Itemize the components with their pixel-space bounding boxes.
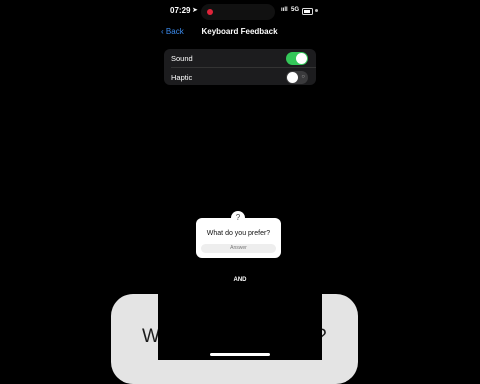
battery-icon: [302, 8, 313, 15]
settings-row-sound[interactable]: Sound: [164, 49, 316, 68]
settings-group: Sound Haptic ○: [164, 49, 316, 85]
home-indicator[interactable]: [210, 353, 270, 356]
haptic-toggle[interactable]: ○: [286, 71, 308, 84]
toggle-knob: [287, 72, 298, 83]
chevron-left-icon: ‹: [161, 27, 164, 36]
sound-toggle[interactable]: [286, 52, 308, 65]
signal-strength-icon: ııll: [281, 7, 288, 13]
network-type: 5G: [291, 7, 300, 13]
question-bubble-icon: ?: [231, 211, 245, 225]
location-arrow-icon: ➤: [192, 7, 198, 14]
status-dot-icon: [315, 9, 318, 12]
settings-row-haptic[interactable]: Haptic ○: [164, 68, 316, 85]
settings-row-label: Sound: [171, 54, 193, 63]
answer-field[interactable]: Answer: [201, 244, 276, 253]
toggle-off-icon: ○: [301, 74, 305, 80]
toggle-knob: [296, 53, 307, 64]
recording-indicator-icon: [207, 9, 213, 15]
question-prompt: What do you prefer?: [206, 230, 271, 237]
settings-row-label: Haptic: [171, 73, 193, 82]
overlay-caption: AND: [233, 277, 247, 283]
status-time: 07:29: [170, 6, 191, 15]
page-title: Keyboard Feedback: [201, 27, 278, 36]
